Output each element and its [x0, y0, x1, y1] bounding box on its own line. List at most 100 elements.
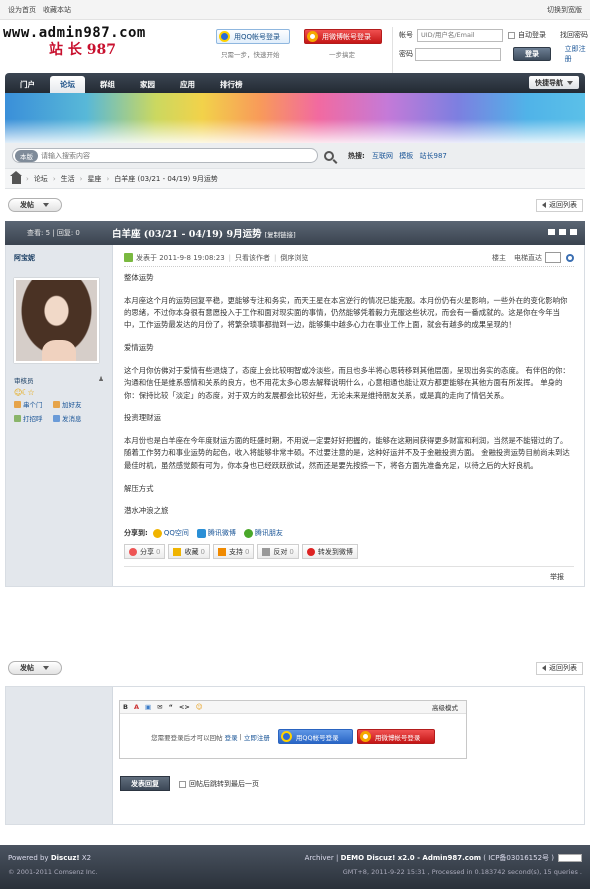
reply-editor: B A ▣ ✉ “ <> ☺ 高级模式 您需要登录后才可以回帖 登录 | 立即注… [119, 700, 467, 759]
quote-button[interactable]: “ [169, 703, 173, 711]
reply-qq-login-label: 用QQ帐号登录 [295, 733, 339, 742]
submit-reply-button[interactable]: 发表回复 [120, 776, 170, 791]
forward-weibo-button[interactable]: 转发到微博 [301, 544, 358, 560]
message-button[interactable]: 发消息 [53, 413, 92, 423]
reply-weibo-login-button[interactable]: 用微博帐号登录 [356, 729, 435, 744]
prev-thread-icon[interactable] [559, 229, 566, 235]
nav-portal[interactable]: 门户 [10, 76, 45, 93]
switch-wide-link[interactable]: 切换到宽版 [547, 5, 582, 15]
breadcrumb-current[interactable]: 白羊座 (03/21 - 04/19) 9月运势 [114, 174, 218, 184]
password-input[interactable] [415, 47, 502, 61]
oppose-button[interactable]: 反对 0 [257, 544, 299, 560]
image-button[interactable]: ▣ [145, 703, 151, 711]
forgot-password-link[interactable]: 找回密码 [560, 30, 588, 40]
hot-search-item[interactable]: 互联网 [372, 152, 393, 160]
site-name-link[interactable]: DEMO Discuz! x2.0 - Admin987.com [341, 854, 481, 862]
site-logo[interactable]: www.admin987.com 站 长 987 [3, 25, 153, 65]
visit-button[interactable]: 串个门 [14, 399, 53, 409]
icp-link[interactable]: ( ICP备03016152号 ) [483, 854, 554, 862]
greet-icon [14, 414, 21, 422]
house-icon [14, 400, 21, 408]
footer-links: Archiver | DEMO Discuz! x2.0 - Admin987.… [305, 853, 582, 863]
cnzz-badge-icon[interactable] [558, 854, 582, 862]
user-group: 审核员 ♟ [14, 375, 104, 385]
support-button[interactable]: 支持 0 [212, 544, 255, 560]
heart-icon [129, 547, 137, 556]
back-to-list-button[interactable]: 返回列表 [536, 198, 583, 212]
copy-link[interactable]: [复制链接] [265, 231, 296, 239]
register-link[interactable]: 立即注册 [565, 44, 590, 64]
nav-forum[interactable]: 论坛 [50, 76, 85, 93]
nav-apps[interactable]: 应用 [170, 76, 205, 93]
qq-icon [219, 31, 230, 42]
weibo-icon [359, 731, 371, 742]
online-icon: ♟ [98, 375, 104, 383]
user-group-label[interactable]: 审核员 [14, 375, 34, 385]
add-friend-label: 加好友 [62, 401, 82, 409]
greet-button[interactable]: 打招呼 [14, 413, 53, 423]
login-button[interactable]: 登录 [513, 47, 551, 61]
brand-link[interactable]: Discuz! [51, 854, 80, 862]
wrench-icon[interactable] [566, 253, 574, 262]
search-input[interactable] [41, 151, 301, 160]
header: www.admin987.com 站 长 987 用QQ帐号登录 只需一步，快速… [0, 20, 590, 83]
favorite-count: 0 [200, 547, 205, 556]
author-name[interactable]: 阿宝妮 [14, 253, 104, 267]
nav-groups[interactable]: 群组 [90, 76, 125, 93]
breadcrumb-item[interactable]: 星座 [87, 174, 101, 184]
breadcrumb-item[interactable]: 生活 [61, 174, 75, 184]
new-post-button[interactable]: 发帖 [8, 198, 62, 212]
hot-search-label: 热搜: [348, 151, 365, 160]
avatar[interactable] [14, 278, 99, 363]
print-icon[interactable] [548, 229, 555, 235]
oppose-count: 0 [289, 547, 294, 556]
post-footer: 举报 [124, 566, 574, 586]
new-post-button[interactable]: 发帖 [8, 661, 62, 675]
qq-login-button[interactable]: 用QQ帐号登录 [216, 29, 290, 44]
share-tencent-weibo-label: 腾讯微博 [207, 529, 236, 538]
breadcrumb-item[interactable]: 论坛 [34, 174, 48, 184]
goto-floor-input[interactable] [545, 252, 561, 263]
share-tencent-friends[interactable]: 腾讯朋友 [243, 528, 283, 538]
support-count: 0 [244, 547, 250, 556]
reply-register-link[interactable]: 立即注册 [244, 732, 270, 742]
reverse-order-link[interactable]: 倒序浏览 [280, 253, 308, 263]
smiley-button[interactable]: ☺ [196, 703, 203, 711]
search-icon[interactable] [324, 150, 334, 161]
advanced-mode-link[interactable]: 高级模式 [432, 702, 458, 712]
share-tencent-weibo[interactable]: 腾讯微博 [196, 528, 236, 538]
font-color-button[interactable]: A [134, 703, 139, 711]
only-author-link[interactable]: 只看该作者 [235, 253, 270, 263]
account-input[interactable] [417, 28, 503, 42]
share-button[interactable]: 分享 0 [124, 544, 166, 560]
archiver-link[interactable]: Archiver [305, 854, 334, 862]
version: X2 [81, 854, 92, 862]
hot-search-item[interactable]: 站长987 [420, 152, 447, 160]
search-category[interactable]: 本版 [15, 149, 38, 162]
search-bar: 本版 热搜: 互联网 模板 站长987 [5, 143, 585, 169]
nav-rankings[interactable]: 排行榜 [210, 76, 253, 93]
add-friend-button[interactable]: 加好友 [53, 399, 92, 409]
hot-search-item[interactable]: 模板 [399, 152, 413, 160]
code-button[interactable]: <> [179, 703, 190, 711]
separator: | [228, 253, 232, 262]
reply-login-link[interactable]: 登录 [225, 732, 238, 742]
nav-home[interactable]: 家园 [130, 76, 165, 93]
bookmark-link[interactable]: 收藏本站 [43, 5, 71, 15]
home-icon[interactable] [10, 170, 22, 184]
weibo-login-button[interactable]: 用微博帐号登录 [304, 29, 382, 44]
set-homepage-link[interactable]: 设为首页 [8, 5, 36, 15]
back-to-list-label: 返回列表 [549, 664, 577, 672]
jump-last-page-checkbox[interactable] [179, 780, 186, 788]
quick-nav-button[interactable]: 快捷导航 [529, 76, 579, 89]
report-link[interactable]: 举报 [550, 572, 564, 582]
back-to-list-button[interactable]: 返回列表 [536, 661, 583, 675]
reply-qq-login-button[interactable]: 用QQ帐号登录 [277, 729, 353, 744]
favorite-button[interactable]: 收藏 0 [168, 544, 210, 560]
attachment-button[interactable]: ✉ [157, 703, 162, 711]
bold-button[interactable]: B [123, 703, 128, 711]
auto-login-checkbox[interactable] [508, 31, 515, 39]
editor-body[interactable]: 您需要登录后才可以回帖 登录 | 立即注册 用QQ帐号登录 用微博帐号登录 [120, 714, 466, 759]
next-thread-icon[interactable] [570, 229, 577, 235]
share-qzone[interactable]: QQ空间 [152, 528, 189, 538]
